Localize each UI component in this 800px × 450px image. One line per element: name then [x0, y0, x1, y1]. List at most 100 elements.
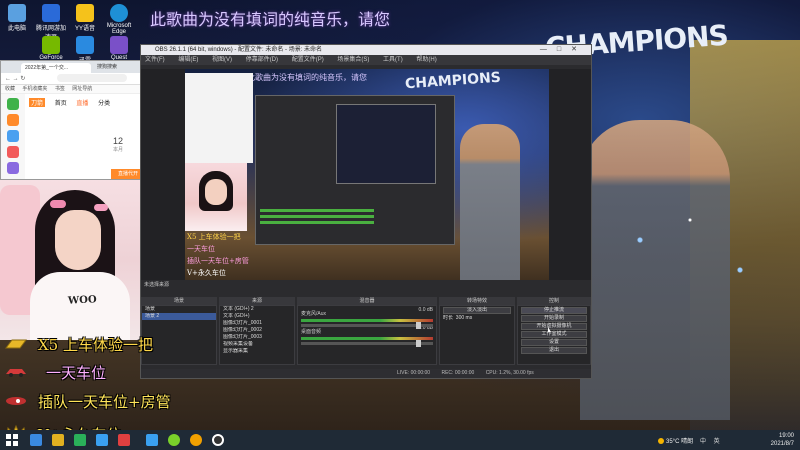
reload-icon[interactable]: ↻ — [20, 76, 25, 82]
tray-icons[interactable]: 中 英 — [700, 436, 723, 445]
live-status: LIVE: 00:00:00 — [397, 370, 431, 376]
gold-bar-icon — [5, 339, 27, 349]
back-icon[interactable]: ← — [5, 76, 11, 82]
source-item[interactable]: 图像幻灯片_0002 — [220, 327, 294, 334]
obs-title: OBS 26.1.1 (64 bit, windows) - 配置文件: 未命名… — [155, 47, 323, 53]
rocket-icon — [6, 397, 26, 405]
mixer-channel-name: 麦克风/Aux — [301, 311, 327, 317]
window-controls[interactable]: —□✕ — [540, 45, 587, 55]
taskbar-app-icon[interactable] — [74, 434, 86, 446]
transition-select[interactable]: 淡入淡出 — [443, 307, 511, 314]
obs-titlebar: OBS 26.1.1 (64 bit, windows) - 配置文件: 未命名… — [141, 45, 591, 55]
nav-home[interactable]: 首页 — [55, 101, 67, 107]
source-item[interactable]: 图像幻灯片_0001 — [220, 320, 294, 327]
browser-window[interactable]: 2022年第_一个交... 搜狗搜索 ← → ↻ 收藏 手机收藏夹 书签 网址导… — [0, 60, 146, 180]
obs-preview[interactable]: CHAMPIONS 此歌曲为没有填词的纯音乐，请您 X5 上车体验一把 一天车位… — [185, 69, 549, 280]
mixer-channel: 麦克风/Aux 0.0 dB — [298, 306, 436, 329]
start-icon[interactable] — [6, 434, 18, 446]
sidebar-app-icon[interactable] — [7, 162, 19, 174]
preview-lyric-banner: 此歌曲为没有填词的纯音乐，请您 — [247, 73, 367, 82]
exit-button[interactable]: 退出 — [521, 347, 587, 354]
desktop-icon-computer[interactable]: 此电脑 — [0, 2, 34, 32]
preview-nested-mixer — [260, 206, 450, 240]
clock[interactable]: 19:00 2021/8/7 — [771, 432, 794, 448]
taskbar-app-icon[interactable] — [168, 434, 180, 446]
desktop-icon-quest[interactable]: Quest — [102, 34, 136, 61]
menu-help[interactable]: 帮助(H) — [416, 57, 436, 63]
menu-tools[interactable]: 工具(T) — [383, 57, 403, 63]
browser-tab[interactable]: 2022年第_一个交... — [21, 63, 91, 73]
obs-taskbar-icon[interactable] — [212, 434, 224, 446]
sun-icon — [658, 438, 664, 445]
desktop-icons: 此电脑 腾讯网游加速器 YY语音 Microsoft Edge GeForce … — [0, 0, 140, 64]
menu-file[interactable]: 文件(F) — [145, 57, 165, 63]
studio-mode-button[interactable]: 工作室模式 — [521, 331, 587, 338]
scene-item[interactable]: 场景 — [142, 306, 216, 313]
volume-fader[interactable] — [301, 340, 433, 347]
taskbar-app-icon[interactable] — [30, 434, 42, 446]
taskbar-app-icon[interactable] — [118, 434, 130, 446]
virtual-camera-button[interactable]: 开始虚拟摄像机 — [521, 323, 587, 330]
rec-status: REC: 00:00:00 — [441, 370, 475, 376]
desktop-icon-yy[interactable]: YY语音 — [68, 2, 102, 32]
menu-edit[interactable]: 编辑(E) — [178, 57, 198, 63]
volume-fader[interactable] — [301, 322, 433, 329]
no-source-selected: 未选择来源 — [144, 282, 170, 288]
mixer-channel-db: 0.0 dB — [418, 307, 433, 313]
controls-dock: 停止推流 开始录制 开始虚拟摄像机 工作室模式 设置 退出 — [517, 305, 591, 365]
taskbar-app-icon[interactable] — [52, 434, 64, 446]
taskbar-app-icon[interactable] — [146, 434, 158, 446]
preview-nested-obs-2 — [336, 104, 436, 184]
sidebar-app-icon[interactable] — [7, 130, 19, 142]
accelerator-icon — [42, 4, 60, 22]
address-bar[interactable] — [57, 74, 128, 83]
transition-duration: 时长 300 ms — [443, 315, 473, 321]
source-item[interactable]: 视频采集设备 — [220, 341, 294, 348]
taskbar-app-icon[interactable] — [96, 434, 108, 446]
source-item[interactable]: 文本 (GDI+) 2 — [220, 306, 294, 313]
sources-dock: 文本 (GDI+) 2 文本 (GDI+) 图像幻灯片_0001 图像幻灯片_0… — [219, 305, 295, 365]
nav-category[interactable]: 分类 — [98, 101, 110, 107]
bookmark-item[interactable]: 收藏 — [5, 86, 15, 92]
settings-button[interactable]: 设置 — [521, 339, 587, 346]
bookmark-item[interactable]: 网址导航 — [72, 86, 92, 92]
computer-icon — [8, 4, 26, 22]
webcam-shirt-text: WOO — [67, 294, 97, 307]
yy-icon — [76, 4, 94, 22]
webcam-face — [55, 210, 101, 270]
preview-nested-obs — [255, 95, 455, 245]
preview-tag: X5 上车体验一把 — [187, 233, 241, 241]
weather-widget[interactable]: 35°C 晴朗 — [658, 436, 693, 445]
nav-live[interactable]: 直播 — [76, 101, 88, 107]
bookmark-item[interactable]: 书签 — [55, 86, 65, 92]
site-logo[interactable]: 刀箭 — [29, 98, 46, 107]
sidebar-app-icon[interactable] — [7, 98, 19, 110]
browser-navbar: ← → ↻ — [1, 73, 145, 85]
transitions-dock: 淡入淡出 时长 300 ms — [439, 305, 515, 365]
source-item[interactable]: 文本 (GDI+) — [220, 313, 294, 320]
browser-tabbar: 2022年第_一个交... 搜狗搜索 — [1, 61, 145, 73]
menu-view[interactable]: 视图(V) — [212, 57, 232, 63]
scene-item[interactable]: 场景 2 — [142, 313, 216, 320]
sources-header: 来源 — [219, 297, 295, 305]
menu-scene-collection[interactable]: 场景集合(S) — [337, 57, 369, 63]
menu-docks[interactable]: 停靠部件(D) — [246, 57, 278, 63]
obs-menubar: 文件(F) 编辑(E) 视图(V) 停靠部件(D) 配置文件(P) 场景集合(S… — [141, 55, 591, 65]
taskbar-app-icon[interactable] — [190, 434, 202, 446]
forward-icon[interactable]: → — [13, 76, 19, 82]
start-recording-button[interactable]: 开始录制 — [521, 315, 587, 322]
stop-streaming-button[interactable]: 停止推流 — [521, 307, 587, 314]
desktop-icon-geforce[interactable]: GeForce — [34, 34, 68, 61]
browser-tab-2[interactable]: 搜狗搜索 — [97, 61, 117, 73]
source-item[interactable]: 图像幻灯片_0003 — [220, 334, 294, 341]
sidebar-app-icon[interactable] — [7, 114, 19, 126]
source-item[interactable]: 显示器采集 — [220, 348, 294, 355]
obs-window[interactable]: OBS 26.1.1 (64 bit, windows) - 配置文件: 未命名… — [140, 44, 592, 379]
preview-margin-left — [141, 69, 185, 280]
duration-input[interactable]: 300 ms — [456, 315, 472, 321]
site-header: 刀箭 首页 直播 分类 — [29, 98, 143, 110]
bookmark-item[interactable]: 手机收藏夹 — [22, 86, 47, 92]
menu-profile[interactable]: 配置文件(P) — [292, 57, 324, 63]
sidebar-app-icon[interactable] — [7, 146, 19, 158]
desktop-icon-edge[interactable]: Microsoft Edge — [102, 2, 136, 35]
